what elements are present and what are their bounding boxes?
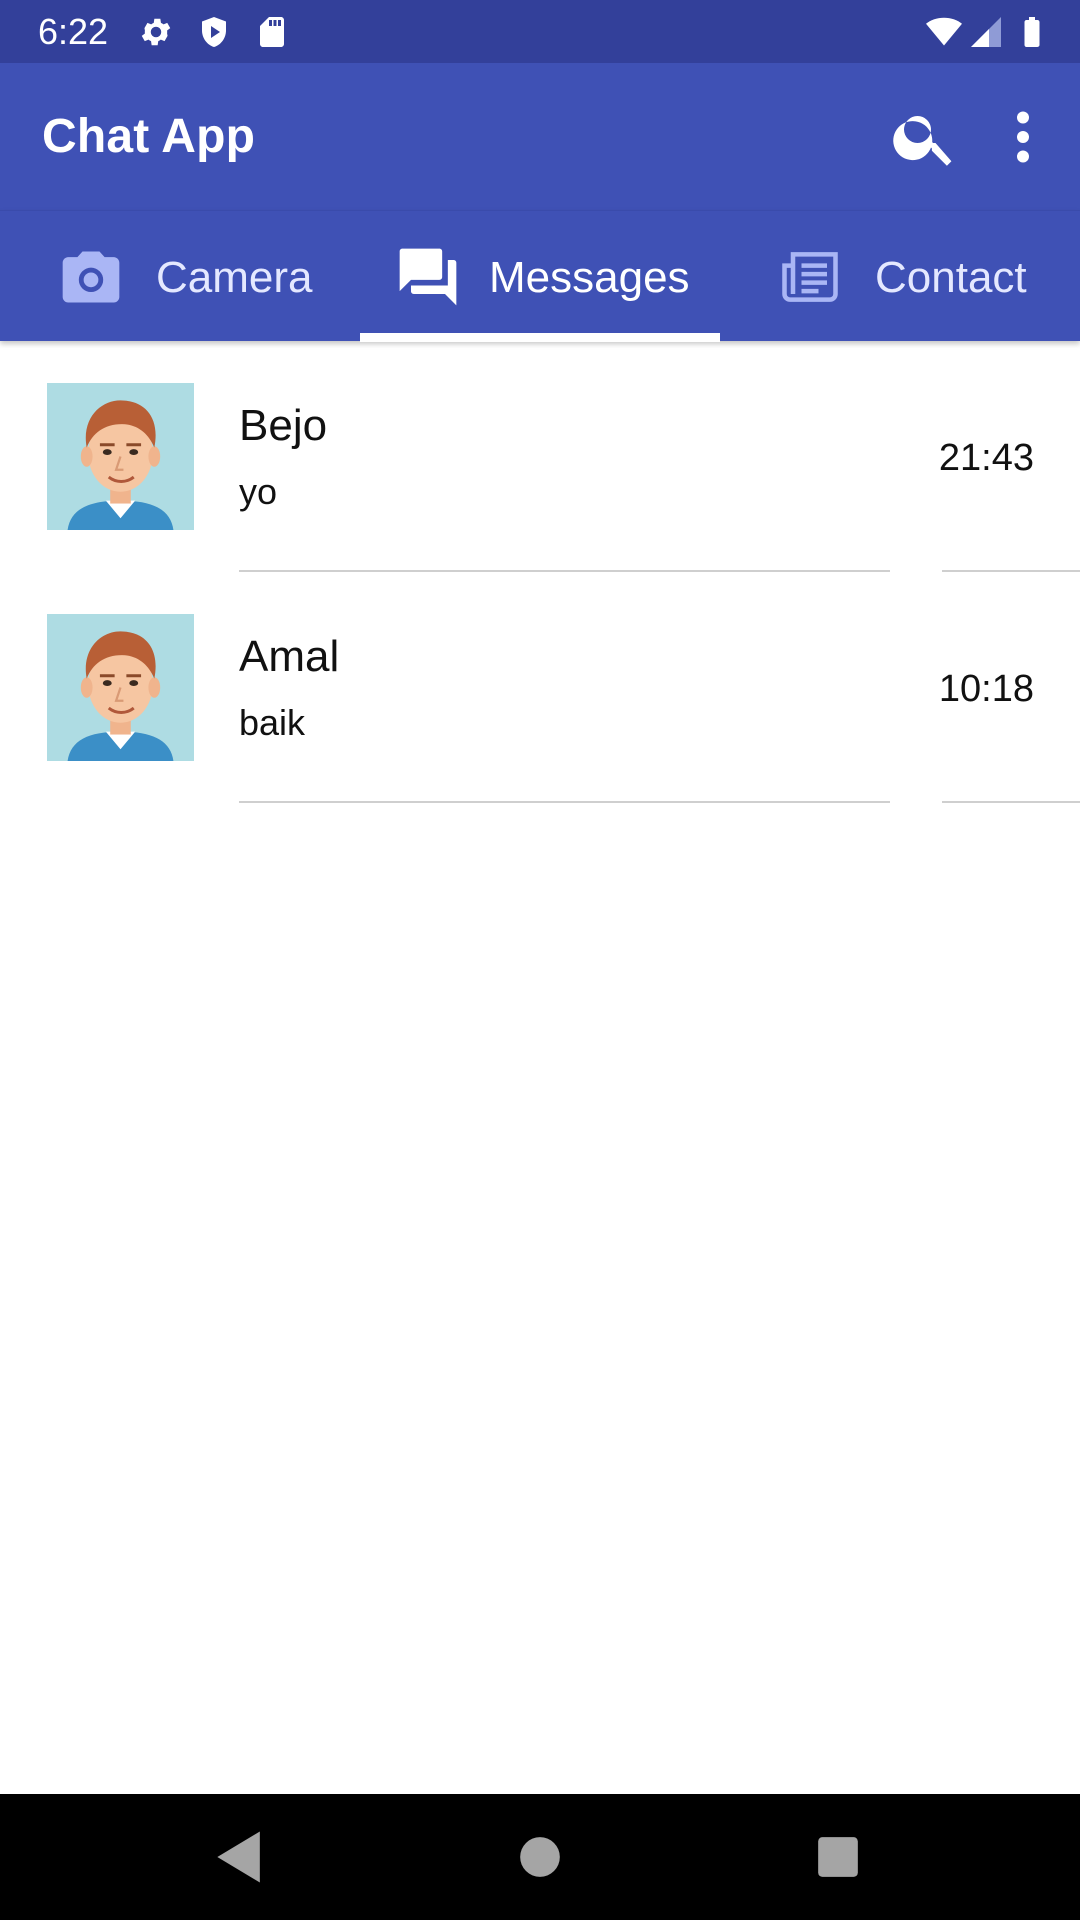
recents-icon bbox=[818, 1837, 858, 1877]
signal-icon bbox=[968, 14, 1004, 50]
home-icon bbox=[520, 1837, 560, 1877]
chat-time: 10:18 bbox=[938, 668, 1034, 710]
newspaper-icon bbox=[776, 243, 844, 311]
avatar bbox=[47, 383, 194, 530]
chat-time: 21:43 bbox=[938, 437, 1034, 479]
back-button[interactable] bbox=[206, 1823, 274, 1891]
back-icon bbox=[217, 1831, 260, 1883]
more-options-button[interactable] bbox=[987, 101, 1059, 173]
chat-icon bbox=[394, 243, 462, 311]
home-button[interactable] bbox=[506, 1823, 574, 1891]
tab-contact[interactable]: Contact bbox=[720, 211, 1080, 342]
chat-name: Bejo bbox=[239, 401, 328, 450]
divider bbox=[239, 801, 890, 803]
tab-camera[interactable]: Camera bbox=[0, 211, 360, 342]
tab-contact-label: Contact bbox=[875, 253, 1027, 302]
wifi-icon bbox=[922, 14, 966, 50]
app-bar: Chat App bbox=[0, 63, 1080, 210]
search-button[interactable] bbox=[889, 101, 961, 173]
avatar-icon bbox=[47, 614, 194, 761]
tab-bar: Camera Messages Contact bbox=[0, 210, 1080, 342]
recents-button[interactable] bbox=[804, 1823, 872, 1891]
gear-icon bbox=[138, 14, 174, 50]
chat-name: Amal bbox=[239, 632, 340, 681]
status-time: 6:22 bbox=[38, 11, 109, 52]
divider bbox=[942, 801, 1080, 803]
tab-camera-label: Camera bbox=[156, 253, 313, 302]
chat-row-bejo[interactable]: Bejo yo 21:43 bbox=[0, 341, 1080, 572]
shield-icon bbox=[196, 14, 232, 50]
more-vert-icon bbox=[1017, 111, 1029, 163]
chat-last-message: yo bbox=[239, 471, 278, 512]
search-icon bbox=[893, 116, 952, 166]
avatar-icon bbox=[47, 383, 194, 530]
sd-card-icon bbox=[254, 14, 290, 50]
camera-icon bbox=[57, 243, 125, 311]
tab-messages[interactable]: Messages bbox=[360, 211, 720, 342]
battery-icon bbox=[1014, 14, 1050, 50]
avatar bbox=[47, 614, 194, 761]
tab-messages-label: Messages bbox=[489, 253, 690, 302]
app-title: Chat App bbox=[42, 110, 256, 163]
chat-row-amal[interactable]: Amal baik 10:18 bbox=[0, 572, 1080, 803]
chat-last-message: baik bbox=[239, 702, 306, 743]
navigation-bar bbox=[0, 1794, 1080, 1920]
status-bar: 6:22 bbox=[0, 0, 1080, 63]
